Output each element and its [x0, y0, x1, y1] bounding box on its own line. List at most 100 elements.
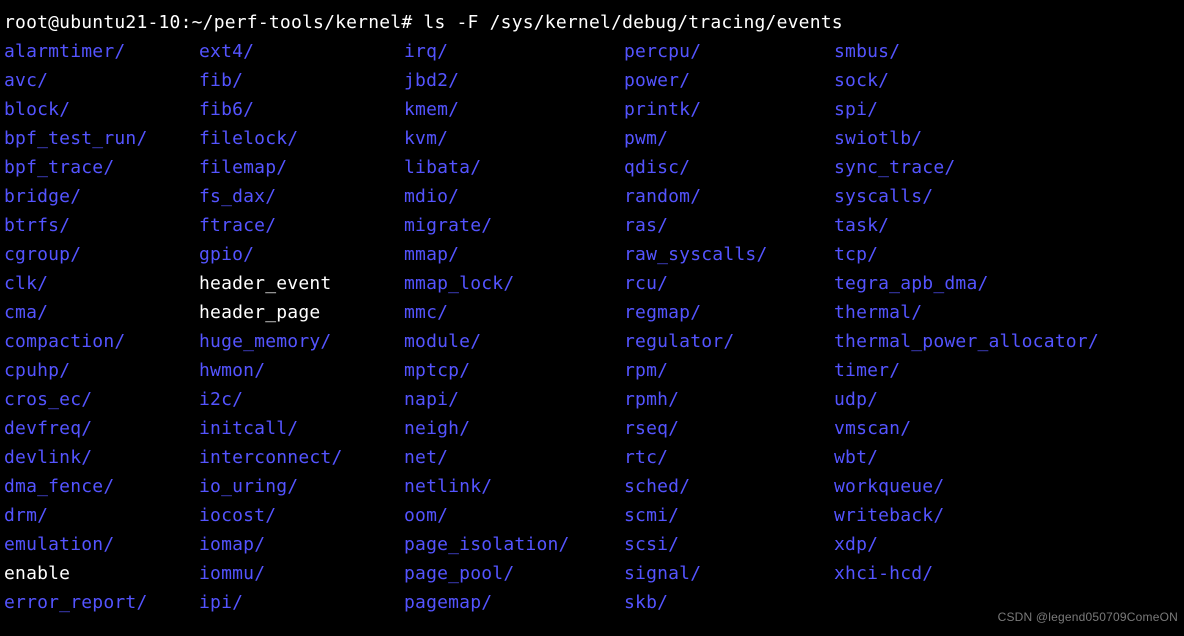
directory-name: i2c	[199, 389, 232, 410]
dir-slash: /	[723, 331, 734, 352]
dir-slash: /	[690, 186, 701, 207]
directory-name: neigh	[404, 418, 459, 439]
dir-slash: /	[690, 563, 701, 584]
ls-entry: gpio/	[199, 240, 404, 269]
ls-entry: percpu/	[624, 37, 834, 66]
dir-slash: /	[81, 389, 92, 410]
dir-slash: /	[867, 534, 878, 555]
ls-entry: jbd2/	[404, 66, 624, 95]
dir-slash: /	[503, 273, 514, 294]
directory-name: mmap	[404, 244, 448, 265]
ls-entry: ftrace/	[199, 211, 404, 240]
dir-slash: /	[977, 273, 988, 294]
ls-entry: xhci-hcd/	[834, 559, 1180, 588]
shell-prompt: root@ubuntu21-10:~/perf-tools/kernel#	[4, 12, 423, 33]
dir-slash: /	[59, 215, 70, 236]
dir-slash: /	[889, 360, 900, 381]
ls-entry: swiotlb/	[834, 124, 1180, 153]
dir-slash: /	[437, 128, 448, 149]
ls-entry: rpmh/	[624, 385, 834, 414]
directory-name: power	[624, 70, 679, 91]
ls-entry: skb/	[624, 588, 834, 617]
dir-slash: /	[867, 447, 878, 468]
ls-entry: header_page	[199, 298, 404, 327]
directory-name: rtc	[624, 447, 657, 468]
prompt-line[interactable]: root@ubuntu21-10:~/perf-tools/kernel# ls…	[4, 8, 1180, 37]
dir-slash: /	[933, 476, 944, 497]
directory-name: kvm	[404, 128, 437, 149]
ls-entry: scmi/	[624, 501, 834, 530]
ls-entry: iommu/	[199, 559, 404, 588]
directory-name: ftrace	[199, 215, 265, 236]
ls-entry: drm/	[4, 501, 199, 530]
ls-entry: sync_trace/	[834, 153, 1180, 182]
ls-entry: iocost/	[199, 501, 404, 530]
directory-name: devfreq	[4, 418, 81, 439]
ls-entry: header_event	[199, 269, 404, 298]
ls-entry: napi/	[404, 385, 624, 414]
ls-entry: clk/	[4, 269, 199, 298]
directory-name: tcp	[834, 244, 867, 265]
dir-slash: /	[657, 128, 668, 149]
ls-entry: mdio/	[404, 182, 624, 211]
directory-name: iocost	[199, 505, 265, 526]
directory-name: pagemap	[404, 592, 481, 613]
directory-name: rseq	[624, 418, 668, 439]
directory-name: timer	[834, 360, 889, 381]
dir-slash: /	[437, 447, 448, 468]
dir-slash: /	[103, 476, 114, 497]
directory-name: random	[624, 186, 690, 207]
ls-entry: mmap/	[404, 240, 624, 269]
directory-name: compaction	[4, 331, 114, 352]
directory-name: io_uring	[199, 476, 287, 497]
ls-entry: btrfs/	[4, 211, 199, 240]
dir-slash: /	[37, 273, 48, 294]
directory-name: sched	[624, 476, 679, 497]
directory-name: wbt	[834, 447, 867, 468]
ls-entry: rtc/	[624, 443, 834, 472]
dir-slash: /	[911, 128, 922, 149]
directory-name: clk	[4, 273, 37, 294]
ls-entry: random/	[624, 182, 834, 211]
dir-slash: /	[254, 360, 265, 381]
ls-entry: ext4/	[199, 37, 404, 66]
directory-name: thermal	[834, 302, 911, 323]
ls-entry: printk/	[624, 95, 834, 124]
dir-slash: /	[922, 186, 933, 207]
ls-entry: mptcp/	[404, 356, 624, 385]
directory-name: mmap_lock	[404, 273, 503, 294]
ls-entry: tegra_apb_dma/	[834, 269, 1180, 298]
dir-slash: /	[867, 99, 878, 120]
directory-name: vmscan	[834, 418, 900, 439]
dir-slash: /	[437, 41, 448, 62]
dir-slash: /	[878, 215, 889, 236]
directory-name: udp	[834, 389, 867, 410]
dir-slash: /	[668, 534, 679, 555]
dir-slash: /	[944, 157, 955, 178]
directory-name: interconnect	[199, 447, 331, 468]
directory-name: iomap	[199, 534, 254, 555]
directory-name: bridge	[4, 186, 70, 207]
ls-entry: cpuhp/	[4, 356, 199, 385]
ls-entry: cros_ec/	[4, 385, 199, 414]
directory-name: mmc	[404, 302, 437, 323]
dir-slash: /	[657, 215, 668, 236]
directory-name: drm	[4, 505, 37, 526]
dir-slash: /	[232, 389, 243, 410]
dir-slash: /	[878, 70, 889, 91]
ls-entry: power/	[624, 66, 834, 95]
directory-name: xhci-hcd	[834, 563, 922, 584]
directory-name: scmi	[624, 505, 668, 526]
directory-name: kmem	[404, 99, 448, 120]
dir-slash: /	[911, 302, 922, 323]
dir-slash: /	[668, 418, 679, 439]
ls-entry: kvm/	[404, 124, 624, 153]
command-text: ls -F /sys/kernel/debug/tracing/events	[423, 12, 842, 33]
dir-slash: /	[70, 244, 81, 265]
ls-entry: block/	[4, 95, 199, 124]
directory-name: bpf_trace	[4, 157, 103, 178]
ls-entry: migrate/	[404, 211, 624, 240]
ls-entry: pagemap/	[404, 588, 624, 617]
dir-slash: /	[103, 534, 114, 555]
directory-name: oom	[404, 505, 437, 526]
